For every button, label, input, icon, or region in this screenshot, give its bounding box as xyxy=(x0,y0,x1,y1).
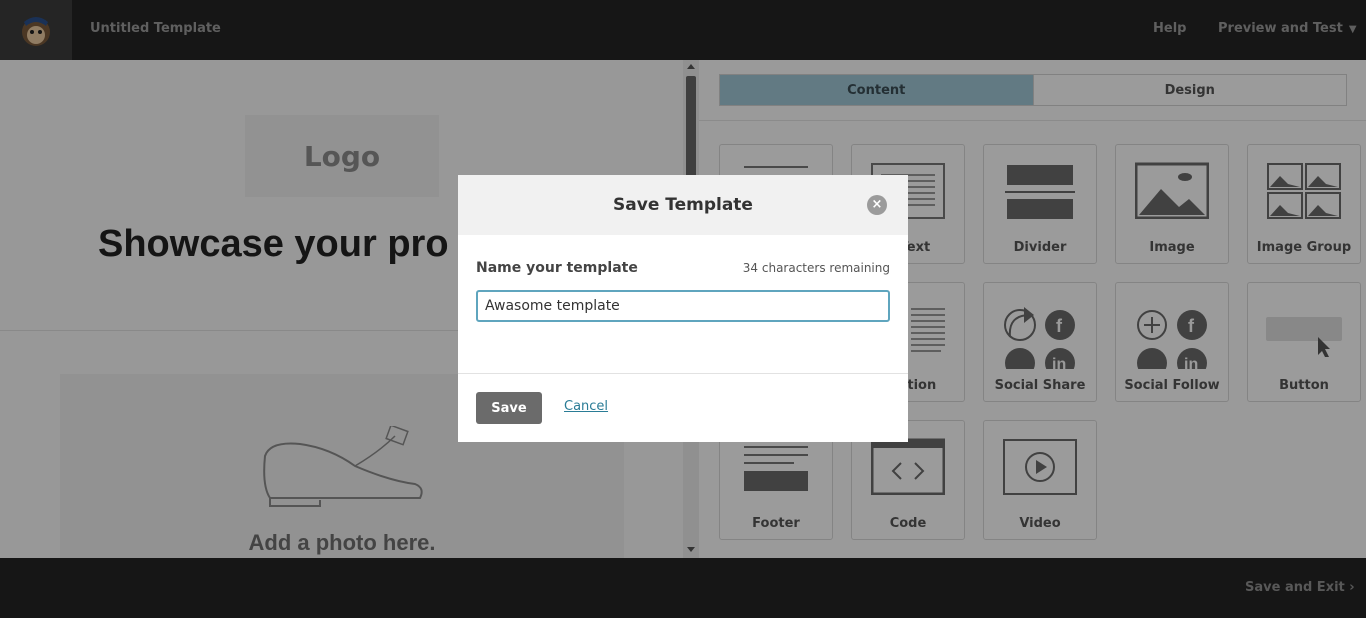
dialog-separator xyxy=(458,373,908,374)
save-template-dialog: Save Template × Name your template 34 ch… xyxy=(458,175,908,442)
template-name-label: Name your template xyxy=(476,260,638,276)
cancel-link[interactable]: Cancel xyxy=(564,399,608,414)
dialog-header: Save Template × xyxy=(458,175,908,235)
characters-remaining: 34 characters remaining xyxy=(742,261,890,275)
template-name-input[interactable] xyxy=(476,290,890,322)
close-icon[interactable]: × xyxy=(867,195,887,215)
dialog-title: Save Template xyxy=(613,195,753,215)
save-button[interactable]: Save xyxy=(476,392,542,424)
